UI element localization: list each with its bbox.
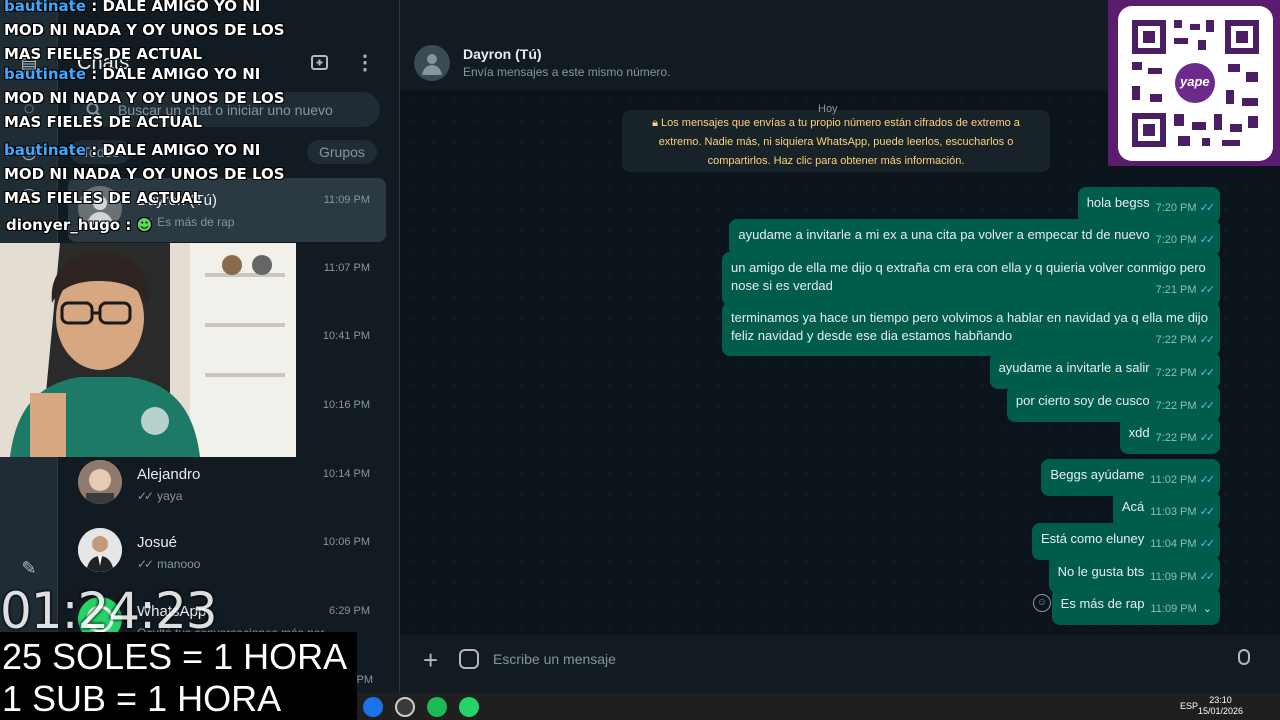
- promo-line: 1 SUB = 1 HORA: [2, 678, 282, 719]
- menu-icon[interactable]: ⋮: [355, 52, 375, 74]
- avatar: [78, 528, 122, 572]
- message-bubble[interactable]: ayudame a invitarle a mi ex a una cita p…: [729, 219, 1220, 256]
- sticker-icon[interactable]: [459, 649, 479, 669]
- spotify-icon[interactable]: [427, 697, 447, 717]
- promo-line: 25 SOLES = 1 HORA: [2, 636, 348, 677]
- read-receipt-icon: ✓✓: [1199, 474, 1216, 486]
- webcam-overlay: [0, 243, 296, 457]
- read-receipt-icon: ✓✓: [1199, 571, 1216, 583]
- read-receipt-icon: ✓✓: [1199, 202, 1216, 214]
- encryption-notice[interactable]: 🔒︎ Los mensajes que envías a tu propio n…: [622, 110, 1050, 172]
- message-bubble[interactable]: xdd 7:22 PM ✓✓: [1119, 417, 1220, 454]
- stream-chat-user: dionyer_hugo : ☻: [6, 216, 153, 234]
- new-chat-icon[interactable]: [309, 52, 331, 74]
- react-emoji-icon[interactable]: ☺: [1033, 594, 1051, 612]
- read-receipt-icon: ✓✓: [1199, 432, 1216, 444]
- default-avatar-icon: [422, 54, 442, 75]
- read-receipt-icon: ✓✓: [1199, 400, 1216, 412]
- read-receipt-icon: ✓✓: [1199, 234, 1216, 246]
- chat-time: 10:16 PM: [322, 399, 370, 411]
- read-receipt-icon: ✓✓: [1199, 284, 1216, 296]
- chat-name: Alejandro: [137, 466, 201, 483]
- whatsapp-taskbar-icon[interactable]: [459, 697, 479, 717]
- chat-time: PM: [356, 674, 374, 686]
- promo-banner: 25 SOLES = 1 HORA 1 SUB = 1 HORA: [0, 632, 357, 720]
- composer: + Escribe un mensaje: [400, 635, 1280, 693]
- stream-chat-line: bautinate : DALE AMIGO YO NI MOD NI NADA…: [4, 65, 285, 131]
- chat-time: 10:14 PM: [322, 468, 370, 480]
- emote-icon: ☻: [136, 216, 153, 234]
- system-clock[interactable]: 23:10 15/01/2026: [1198, 695, 1243, 717]
- chat-time: 10:06 PM: [322, 536, 370, 548]
- chat-item-alejandro[interactable]: Alejandro 10:14 PM ✓✓ yaya: [68, 452, 386, 516]
- chevron-down-icon[interactable]: ⌄: [1203, 603, 1212, 615]
- filter-groups[interactable]: Grupos: [307, 140, 377, 164]
- chat-name: Josué: [137, 534, 178, 551]
- day-divider: Hoy: [818, 103, 838, 115]
- chat-item-josue[interactable]: Josué 10:06 PM ✓✓ manooo: [68, 520, 386, 584]
- edit-icon[interactable]: ✎: [17, 556, 41, 580]
- message-bubble[interactable]: ayudame a invitarle a salir 7:22 PM ✓✓: [989, 352, 1220, 389]
- message-bubble[interactable]: Está como eluney 11:04 PM ✓✓: [1031, 523, 1220, 560]
- message-bubble[interactable]: Es más de rap 11:09 PM ⌄: [1051, 588, 1220, 625]
- message-bubble[interactable]: terminamos ya hace un tiempo pero volvim…: [722, 302, 1220, 356]
- chrome-icon[interactable]: [363, 697, 383, 717]
- read-receipt-icon: ✓✓: [1199, 506, 1216, 518]
- message-input[interactable]: Escribe un mensaje: [493, 651, 616, 667]
- stream-chat-line: bautinate : DALE AMIGO YO NI MOD NI NADA…: [4, 0, 285, 63]
- chat-last-message: ✓✓ yaya: [137, 489, 183, 503]
- attach-plus-icon[interactable]: +: [423, 647, 438, 673]
- stream-chat-line: bautinate : DALE AMIGO YO NI MOD NI NADA…: [4, 141, 285, 207]
- double-check-icon: ✓✓: [137, 557, 154, 571]
- lock-icon: 🔒︎: [652, 117, 658, 129]
- language-indicator[interactable]: ESP: [1180, 701, 1198, 711]
- chat-last-message: ✓✓ manooo: [137, 557, 201, 571]
- read-receipt-icon: ✓✓: [1199, 538, 1216, 550]
- double-check-icon: ✓✓: [137, 489, 154, 503]
- qr-overlay: yape: [1108, 0, 1280, 166]
- chat-time: 10:41 PM: [322, 330, 370, 342]
- read-receipt-icon: ✓✓: [1199, 334, 1216, 346]
- qr-code: yape: [1118, 6, 1273, 161]
- chat-time: 11:09 PM: [323, 194, 370, 206]
- avatar: [78, 460, 122, 504]
- read-receipt-icon: ✓✓: [1199, 367, 1216, 379]
- chat-time: 11:07 PM: [323, 262, 370, 274]
- microphone-icon[interactable]: [1238, 649, 1250, 665]
- contact-avatar[interactable]: [414, 45, 450, 81]
- message-bubble[interactable]: un amigo de ella me dijo q extraña cm er…: [722, 252, 1220, 306]
- contact-subtitle: Envía mensajes a este mismo número.: [463, 65, 671, 79]
- obs-icon[interactable]: [395, 697, 415, 717]
- chat-time: 6:29 PM: [329, 605, 370, 617]
- contact-name: Dayron (Tú): [463, 46, 542, 62]
- yape-logo: yape: [1180, 74, 1210, 89]
